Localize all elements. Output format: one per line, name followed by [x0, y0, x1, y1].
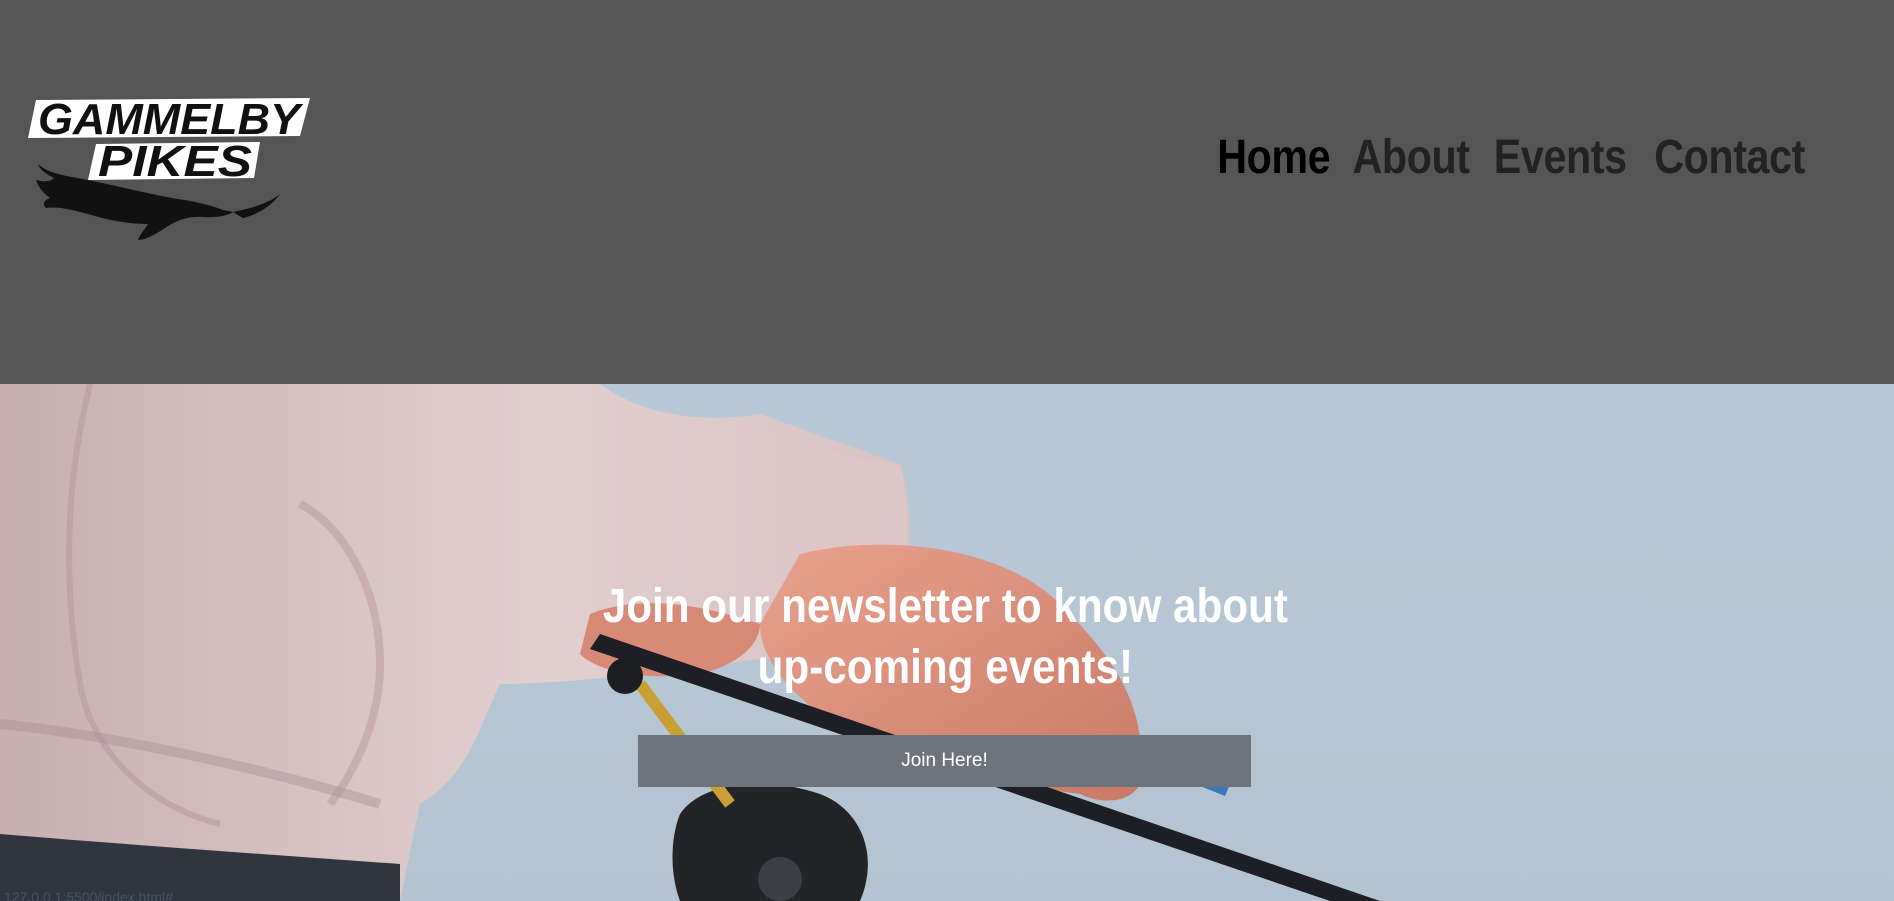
- nav-about-link[interactable]: About: [1353, 130, 1470, 185]
- site-header: GAMMELBY PIKES Home About Events Contact: [0, 0, 1894, 384]
- main-nav: Home About Events Contact: [1216, 130, 1809, 185]
- nav-home-link[interactable]: Home: [1217, 130, 1330, 185]
- join-newsletter-button[interactable]: Join Here!: [638, 735, 1251, 787]
- brand-logo[interactable]: GAMMELBY PIKES: [28, 94, 314, 244]
- nav-events-link[interactable]: Events: [1494, 130, 1627, 185]
- status-bar-url: 127.0.0.1:5500/index.html#: [4, 889, 173, 901]
- hero-section: Join our newsletter to know about up-com…: [0, 384, 1894, 901]
- nav-contact-link[interactable]: Contact: [1654, 130, 1805, 185]
- pike-logo-icon: GAMMELBY PIKES: [28, 95, 310, 240]
- newsletter-heading: Join our newsletter to know about up-com…: [602, 580, 1288, 695]
- svg-text:PIKES: PIKES: [98, 137, 252, 186]
